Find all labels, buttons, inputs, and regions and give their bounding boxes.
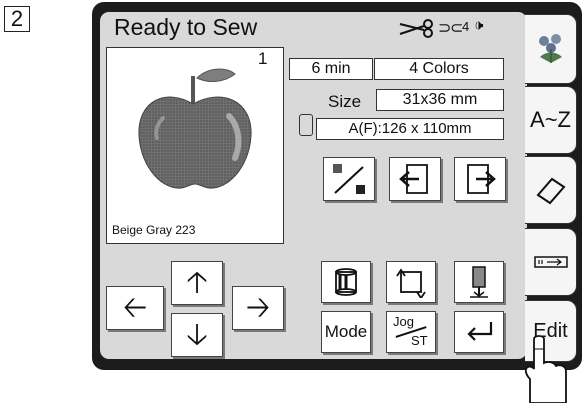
embroidery-preview [106, 47, 284, 244]
color-change-button[interactable] [323, 157, 375, 201]
status-icons: ⊃ ⊂ 4 🕩 [398, 16, 520, 40]
jog-st-button[interactable]: Jog ST [386, 311, 436, 353]
screen-title: Ready to Sew [114, 14, 258, 40]
mode-button-label: Mode [324, 322, 368, 341]
color-change-icon [333, 164, 365, 194]
thread-color-name: Beige Gray 223 [112, 223, 196, 237]
apple-design-image [138, 68, 252, 189]
stitch-forward-icon [467, 164, 496, 194]
jog-label: Jog [393, 314, 414, 329]
time-field: 6 min [289, 58, 373, 80]
thread-spool-button[interactable] [321, 261, 371, 303]
jog-st-icon: Jog ST [389, 314, 433, 350]
memory-card-icon [533, 256, 568, 268]
return-button[interactable] [454, 311, 504, 353]
pointing-finger-icon [524, 335, 567, 403]
move-left-button[interactable]: 🡠 [106, 286, 164, 330]
forward-stitch-button[interactable] [454, 157, 506, 201]
return-icon [467, 322, 493, 341]
hoop-icon [299, 114, 313, 136]
spool-icon [335, 268, 357, 296]
colors-field: 4 Colors [374, 58, 504, 80]
mode-button[interactable]: Mode [321, 311, 371, 353]
thread-count: 4 [462, 19, 470, 34]
speaker-icon: 🕩 [474, 17, 484, 34]
arrow-left-icon: 🡠 [122, 291, 148, 324]
tab-a-z[interactable]: A~Z [525, 86, 577, 154]
arrow-right-icon: 🡢 [245, 291, 271, 324]
trace-button[interactable] [386, 261, 436, 303]
tab-card[interactable] [525, 228, 577, 296]
step-number: 2 [4, 6, 30, 32]
trace-icon [396, 268, 426, 298]
move-right-button[interactable]: 🡢 [232, 286, 284, 330]
presser-foot-button[interactable] [454, 261, 504, 303]
st-label: ST [411, 333, 428, 348]
tab-eraser[interactable] [525, 156, 577, 224]
flower-icon [538, 34, 562, 63]
move-down-button[interactable]: 🡣 [171, 313, 223, 357]
presser-foot-icon [470, 266, 488, 298]
size-field: 31x36 mm [376, 89, 504, 111]
eraser-icon [535, 177, 566, 205]
stitch-back-icon [399, 164, 428, 194]
tab-embroidery[interactable] [525, 14, 577, 84]
back-stitch-button[interactable] [389, 157, 441, 201]
move-up-button[interactable]: 🡡 [171, 261, 223, 305]
preview-number: 1 [258, 49, 268, 68]
arrow-down-icon: 🡣 [186, 318, 208, 351]
tab-a-z-label: A~Z [530, 107, 571, 132]
hoop-size-field: A(F):126 x 110mm [316, 118, 504, 140]
size-label: Size [328, 92, 362, 111]
arrow-up-icon: 🡡 [186, 266, 208, 299]
